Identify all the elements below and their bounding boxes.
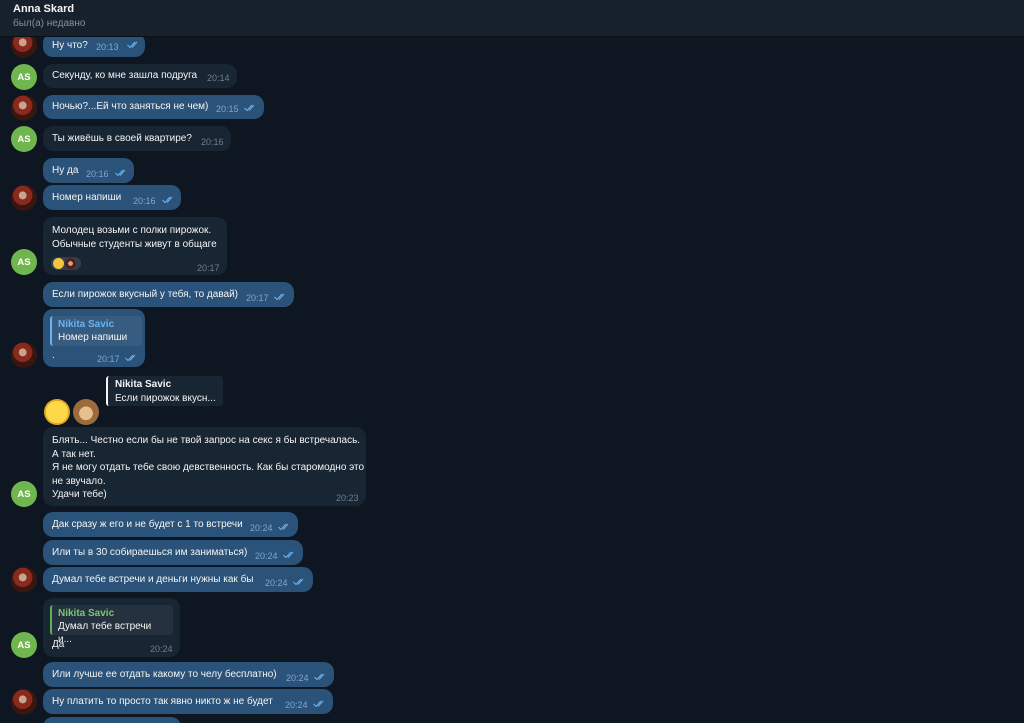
message-bubble-outgoing[interactable]: Номер напиши 20:16 [43,185,181,210]
message-bubble-incoming[interactable]: Ты живёшь в своей квартире? 20:16 [43,126,231,151]
contact-name[interactable]: Anna Skard [13,3,74,15]
message-bubble-incoming[interactable]: Секунду, ко мне зашла подруга 20:14 [43,64,237,88]
message-text: Или лучше ее отдать какому то челу беспл… [52,669,277,680]
reactions[interactable] [51,257,81,270]
reply-text: Если пирожок вкусн... [115,393,216,404]
message-time: 20:24 [286,673,309,683]
read-ticks-icon [278,523,291,531]
contact-status: был(а) недавно [13,18,86,29]
see-no-evil-monkey-emoji-icon[interactable] [73,399,99,425]
message-time: 20:17 [246,293,269,303]
message-text: Ночью?...Ей что заняться не чем) [52,101,209,112]
message-time: 20:17 [197,263,220,273]
read-ticks-icon [127,41,140,49]
message-time: 20:24 [255,551,278,561]
read-ticks-icon [115,169,128,177]
message-text: Или ты в 30 собираешься им заниматься) [52,547,248,558]
message-text: Ты живёшь в своей квартире? [52,133,192,144]
message-text: Ну платить то просто так явно никто ж не… [52,696,273,707]
message-text: . [52,350,55,361]
message-time: 20:24 [285,700,308,710]
avatar[interactable]: AS [11,632,37,658]
message-bubble-outgoing[interactable]: Ну платить то просто так явно никто ж не… [43,689,333,714]
read-ticks-icon [125,354,138,362]
avatar[interactable] [11,37,37,58]
message-bubble-outgoing[interactable]: Если пирожок вкусный у тебя, то давай) 2… [43,282,294,307]
reply-quote[interactable]: Nikita Savic Если пирожок вкусн... [106,376,223,406]
message-bubble-incoming[interactable]: Nikita Savic Думал тебе встречи и... Да … [43,598,180,657]
message-text: Секунду, ко мне зашла подруга [52,70,198,81]
message-bubble-outgoing[interactable]: Или ты в 30 собираешься им заниматься) 2… [43,540,303,565]
message-time: 20:15 [216,104,239,114]
message-text: Номер напиши [52,192,122,203]
message-text: Дак сразу ж его и не будет с 1 то встреч… [52,519,243,530]
message-time: 20:24 [265,578,288,588]
read-ticks-icon [283,551,296,559]
eye-roll-emoji-icon[interactable] [44,399,70,425]
message-time: 20:24 [150,644,173,654]
message-bubble-outgoing[interactable]: Ну что? 20:13 [43,37,145,57]
message-time: 20:17 [97,354,120,364]
message-bubble-outgoing[interactable]: Nikita Savic Номер напиши . 20:17 [43,309,145,367]
reply-text: Номер напиши [58,332,128,343]
avatar[interactable] [11,689,37,715]
avatar[interactable]: AS [11,126,37,152]
smile-reaction-icon [53,258,64,269]
message-time: 20:16 [86,169,109,179]
message-bubble-incoming[interactable]: Блять... Честно если бы не твой запрос н… [43,427,366,506]
message-text: Ну что? [52,40,88,51]
message-time: 20:16 [201,137,224,147]
message-bubble-outgoing[interactable]: Ну да 20:16 [43,158,134,183]
reply-quote[interactable]: Nikita Savic Думал тебе встречи и... [50,605,173,645]
avatar[interactable] [11,95,37,121]
message-bubble-outgoing[interactable]: Ночью?...Ей что заняться не чем) 20:15 [43,95,264,119]
message-time: 20:24 [250,523,273,533]
message-time: 20:14 [207,73,230,83]
message-bubble-outgoing[interactable]: Дак сразу ж его и не будет с 1 то встреч… [43,512,298,537]
message-time: 20:13 [96,42,119,52]
message-time: 20:16 [133,196,156,206]
read-ticks-icon [313,700,326,708]
avatar[interactable]: AS [11,481,37,507]
message-text: Блять... Честно если бы не твой запрос н… [52,435,365,500]
reply-author: Nikita Savic [58,319,115,330]
message-bubble-outgoing[interactable] [43,717,181,723]
message-time: 20:23 [336,493,359,503]
message-bubble-outgoing[interactable]: Или лучше ее отдать какому то челу беспл… [43,662,334,687]
avatar[interactable] [11,567,37,593]
message-text: Если пирожок вкусный у тебя, то давай) [52,289,238,300]
avatar[interactable] [11,342,37,368]
message-text: Да [52,639,65,650]
avatar[interactable] [11,185,37,211]
reply-author: Nikita Savic [58,608,115,619]
read-ticks-icon [314,673,327,681]
read-ticks-icon [162,196,175,204]
message-text: Ну да [52,165,79,176]
message-list[interactable]: Ну что? 20:13 AS Секунду, ко мне зашла п… [0,37,1024,723]
read-ticks-icon [274,293,287,301]
read-ticks-icon [293,578,306,586]
reply-quote[interactable]: Nikita Savic Номер напиши [50,316,142,346]
read-ticks-icon [244,104,257,112]
user-reaction-avatar [65,258,76,269]
message-text: Молодец возьми с полки пирожок. Обычные … [52,225,217,250]
avatar[interactable]: AS [11,249,37,275]
reply-author: Nikita Savic [115,379,172,390]
avatar[interactable]: AS [11,64,37,90]
message-bubble-outgoing[interactable]: Думал тебе встречи и деньги нужны как бы… [43,567,313,592]
chat-header[interactable]: Anna Skard был(а) недавно [0,0,1024,37]
message-bubble-incoming[interactable]: Молодец возьми с полки пирожок. Обычные … [43,217,227,275]
message-text: Думал тебе встречи и деньги нужны как бы [52,574,254,585]
